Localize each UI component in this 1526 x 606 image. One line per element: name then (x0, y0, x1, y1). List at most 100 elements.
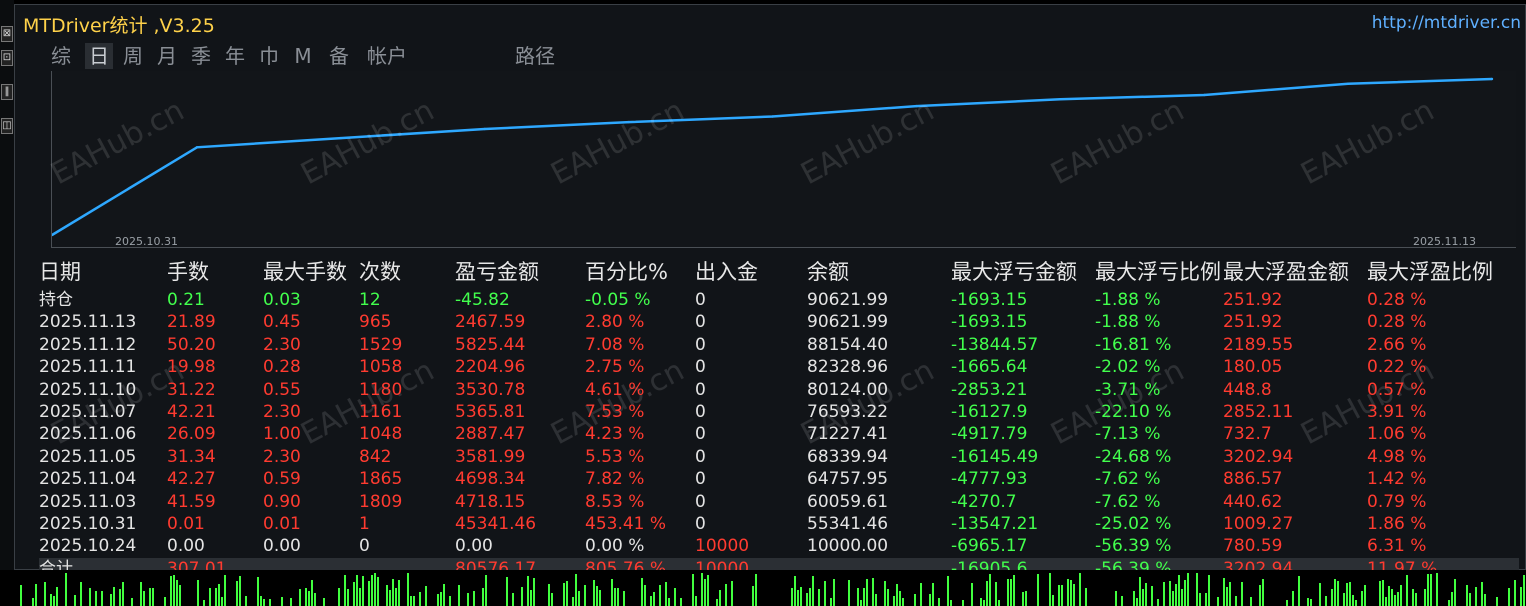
background-bar (1451, 592, 1453, 606)
background-bar (719, 590, 721, 606)
toolbar-button-3[interactable]: ‖ (1, 84, 13, 100)
cell-date: 持仓 (39, 290, 73, 310)
background-bar (1241, 582, 1243, 606)
cell-pnl: 3530.78 (455, 379, 526, 400)
background-bar (1346, 583, 1348, 606)
cell-max-float-profit-pct: 0.28 % (1367, 312, 1427, 333)
tab-path[interactable]: 路径 (509, 43, 561, 69)
background-bar (1175, 584, 1177, 606)
cell-max-float-loss-pct: -7.13 % (1095, 424, 1161, 445)
table-row[interactable]: 2025.11.13 21.89 0.45 965 2467.59 2.80 % 0 9062… (39, 311, 1519, 333)
toolbar-button-2[interactable]: ⊡ (1, 50, 13, 66)
background-bar (860, 600, 862, 606)
cell-pct: 4.61 % (585, 379, 645, 400)
cell-balance: 60059.61 (807, 491, 889, 512)
background-bar (1424, 589, 1426, 606)
table-row[interactable]: 2025.10.31 0.01 0.01 1 45341.46 453.41 % 0 5534… (39, 513, 1519, 535)
background-bar (809, 588, 811, 606)
background-bar (1385, 597, 1387, 606)
col-lots: 手数 (167, 260, 209, 284)
background-bar (644, 585, 646, 606)
tab-symbol[interactable]: 巾 (257, 43, 281, 69)
background-bar (1007, 579, 1009, 606)
table-row[interactable]: 2025.11.11 19.98 0.28 1058 2204.96 2.75 % 0 823… (39, 356, 1519, 378)
cell-max-lots: 2.30 (263, 402, 301, 422)
background-bar (1136, 598, 1138, 606)
table-row[interactable]: 2025.10.24 0.00 0.00 0 0.00 0.00 % 10000 10000.… (39, 535, 1519, 557)
background-bar (140, 582, 142, 606)
table-row[interactable]: 2025.11.06 26.09 1.00 1048 2887.47 4.23 % 0 712… (39, 423, 1519, 445)
site-link[interactable]: http://mtdriver.cn (1372, 13, 1521, 33)
background-bar (482, 588, 484, 606)
background-bar (338, 588, 340, 606)
cell-deposit: 10000 (695, 536, 750, 557)
equity-point (915, 104, 918, 108)
tab-account[interactable]: 帐户 (361, 43, 413, 69)
tab-yearly[interactable]: 年 (223, 43, 247, 69)
equity-point (1203, 93, 1206, 97)
background-bar (1430, 574, 1432, 606)
table-row[interactable]: 2025.11.07 42.21 2.30 1161 5365.81 7.53 % 0 765… (39, 401, 1519, 423)
cell-date: 2025.11.06 (39, 424, 137, 445)
table-row[interactable]: 2025.11.10 31.22 0.55 1180 3530.78 4.61 % 0 801… (39, 379, 1519, 401)
tab-weekly[interactable]: 周 (121, 43, 145, 69)
background-bar (1229, 582, 1231, 606)
cell-max-float-profit: 886.57 (1223, 469, 1283, 490)
background-bar (1199, 593, 1201, 606)
cell-date: 2025.11.03 (39, 491, 137, 512)
cell-pct: 453.41 % (585, 514, 667, 534)
table-row[interactable]: 2025.11.12 50.20 2.30 1529 5825.44 7.08 % 0 881… (39, 334, 1519, 356)
background-bar (347, 589, 349, 606)
cell-lots: 21.89 (167, 312, 216, 333)
cell-max-float-profit-pct: 1.06 % (1367, 424, 1427, 445)
background-bar (101, 591, 103, 606)
cell-max-float-profit: 1009.27 (1223, 514, 1294, 534)
background-bar (314, 593, 316, 606)
tab-magic[interactable]: M (293, 43, 313, 69)
background-bar (1481, 582, 1483, 606)
background-bar (1037, 574, 1039, 606)
background-bar (263, 599, 265, 606)
toolbar-button-4[interactable]: ◫ (1, 118, 13, 134)
tab-overview[interactable]: 综 (49, 43, 73, 69)
cell-pct: 2.75 % (585, 357, 645, 378)
cell-count: 842 (359, 446, 392, 467)
cell-max-lots: 0.59 (263, 469, 301, 490)
cell-max-float-profit-pct: 6.31 % (1367, 536, 1427, 557)
col-max-float-profit-pct: 最大浮盈比例 (1367, 260, 1493, 284)
table-row[interactable]: 2025.11.05 31.34 2.30 842 3581.99 5.53 % 0 6833… (39, 446, 1519, 468)
background-bar (1187, 573, 1189, 606)
table-row[interactable]: 2025.11.04 42.27 0.59 1865 4698.34 7.82 % 0 647… (39, 468, 1519, 490)
toolbar-button-1[interactable]: ⊠ (1, 26, 13, 42)
cell-max-float-loss: -4270.7 (951, 491, 1017, 512)
table-row[interactable]: 2025.11.03 41.59 0.90 1809 4718.15 8.53 % 0 600… (39, 491, 1519, 513)
tab-monthly[interactable]: 月 (155, 43, 179, 69)
background-bar (1181, 589, 1183, 606)
tab-quarterly[interactable]: 季 (189, 43, 213, 69)
cell-lots: 0.00 (167, 536, 205, 557)
background-bar (1115, 591, 1117, 606)
cell-count: 965 (359, 312, 392, 333)
cell-date: 2025.11.07 (39, 402, 137, 422)
cell-pnl: 2204.96 (455, 357, 526, 378)
cell-max-lots: 0.90 (263, 491, 301, 512)
equity-point (771, 115, 774, 118)
tab-notes[interactable]: 备 (327, 43, 351, 69)
cell-max-float-profit-pct: 1.86 % (1367, 514, 1427, 534)
cell-count: 1529 (359, 334, 403, 355)
background-bar (593, 580, 595, 606)
cell-max-float-profit: 732.7 (1223, 424, 1272, 445)
background-bar (362, 576, 364, 606)
background-bar (395, 588, 397, 606)
background-bar (731, 581, 733, 606)
cell-max-float-loss-pct: -7.62 % (1095, 491, 1161, 512)
col-deposit: 出入金 (695, 260, 758, 284)
tab-daily[interactable]: 日 (85, 43, 113, 69)
background-bar (617, 588, 619, 606)
cell-deposit: 0 (695, 446, 706, 467)
background-bar (980, 598, 982, 606)
table-row[interactable]: 持仓 0.21 0.03 12 -45.82 -0.05 % 0 90621.99 -1693.… (39, 289, 1519, 311)
background-bar (875, 594, 877, 606)
background-bar (998, 600, 1000, 606)
cell-max-float-loss-pct: -22.10 % (1095, 402, 1172, 422)
